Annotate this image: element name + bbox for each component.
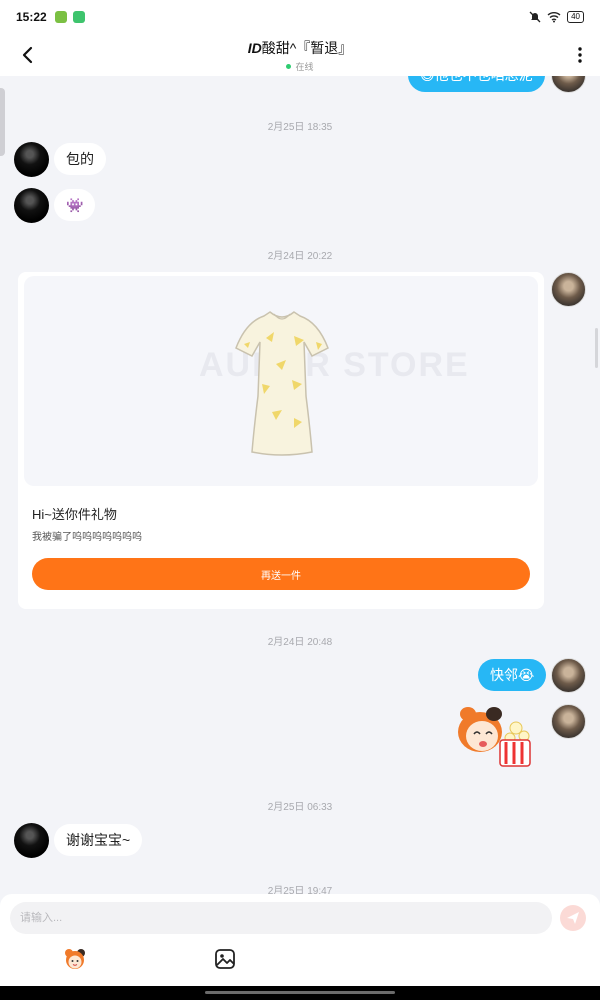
scrollbar-thumb[interactable] [595,328,598,368]
gift-description: 我被骗了呜呜呜呜呜呜呜 [32,532,142,543]
chat-messages[interactable]: 😄他也不也咱总泥 2月25日 18:35 包的 👾 2月24日 20:22 AU… [0,76,600,894]
more-vertical-icon [578,47,582,63]
sticker-button[interactable] [62,946,88,972]
home-gesture-handle[interactable] [205,991,395,994]
message-timestamp: 2月25日 06:33 [267,802,333,813]
my-avatar[interactable] [551,76,586,93]
status-time: 15:22 [16,10,47,24]
sticker-icon [65,949,85,969]
message-timestamp: 2月25日 19:47 [267,886,333,894]
image-icon [215,949,235,969]
message-bubble-incoming[interactable]: 谢谢宝宝~ [54,824,143,856]
title-id-prefix: ID [247,39,262,56]
more-options-button[interactable] [570,42,590,68]
image-button[interactable] [212,946,238,972]
chevron-left-icon [22,46,33,64]
battery-indicator: 40 [567,11,584,23]
contact-avatar[interactable] [14,188,49,223]
message-timestamp: 2月24日 20:22 [267,251,333,262]
gift-title: Hi~送你件礼物 [32,507,117,522]
status-right: 40 [529,11,584,23]
message-bubble-incoming[interactable]: 👾 [54,189,96,221]
chat-header: ID酸甜^『暂退』 在线 [0,34,600,76]
title-name: 酸甜^『暂退』 [261,39,353,56]
wechat-notification-icon [72,11,85,23]
my-avatar[interactable] [551,272,586,307]
system-navigation-bar [0,986,600,1000]
message-text: 包的 [66,151,94,167]
message-bubble-outgoing[interactable]: 快邻😭 [478,659,547,691]
online-status-text: 在线 [295,61,314,72]
online-dot [286,63,292,69]
message-text: 😄他也不也咱总泥 [420,76,533,85]
contact-avatar[interactable] [14,823,49,858]
mute-icon [529,11,541,23]
chat-title-block: ID酸甜^『暂退』 在线 [248,38,353,73]
gift-card[interactable]: AURAR STORE Hi~送你件礼物 我被骗了呜呜呜呜呜呜呜 再送一件 [18,272,544,609]
dress-image [235,311,329,456]
message-timestamp: 2月25日 18:35 [267,122,333,133]
message-input[interactable] [10,902,552,934]
message-text: 谢谢宝宝~ [66,832,131,848]
message-timestamp: 2月24日 20:48 [267,637,333,648]
status-bar: 15:22 40 [0,0,600,34]
gift-image: AURAR STORE [24,276,538,486]
my-avatar[interactable] [551,658,586,693]
back-button[interactable] [14,42,40,68]
my-avatar[interactable] [551,704,586,739]
wifi-icon [547,12,561,23]
popcorn-sticker[interactable] [454,704,534,770]
send-another-gift-button[interactable]: 再送一件 [32,558,530,590]
app-notification-icon [54,11,67,23]
message-bubble-incoming[interactable]: 包的 [54,143,106,175]
status-notification-icons [54,11,85,23]
input-area [0,894,600,986]
chat-title: ID酸甜^『暂退』 [248,38,353,58]
contact-avatar[interactable] [14,142,49,177]
send-icon [567,912,579,924]
message-text: 快邻😭 [490,667,535,683]
emoji-message: 👾 [66,196,84,213]
send-button[interactable] [560,905,586,931]
message-bubble-outgoing[interactable]: 😄他也不也咱总泥 [408,76,545,92]
online-status: 在线 [248,60,353,73]
